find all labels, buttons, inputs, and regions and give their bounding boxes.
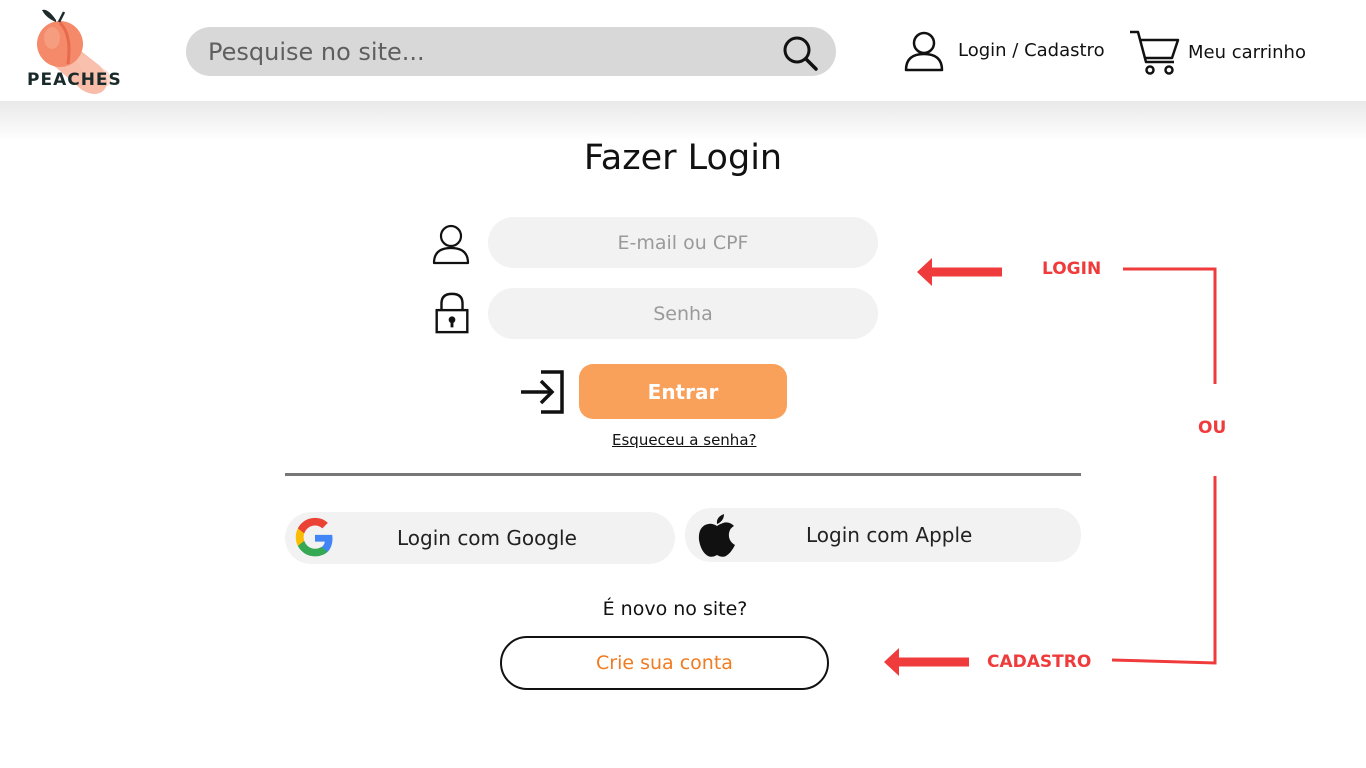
apple-login-button[interactable]: Login com Apple [685,508,1081,562]
search-icon[interactable] [780,33,820,73]
email-field[interactable] [488,217,878,268]
apple-login-label: Login com Apple [806,523,973,547]
login-arrow-icon [917,258,1002,286]
new-user-question: É novo no site? [602,598,748,620]
forgot-password-link[interactable]: Esqueceu a senha? [612,431,756,449]
lock-icon [435,292,469,334]
enter-button[interactable]: Entrar [579,364,787,419]
search-bar[interactable] [186,27,836,76]
annotation-login: LOGIN [1042,259,1102,279]
annotation-signup: CADASTRO [987,652,1092,672]
login-register-link[interactable]: Login / Cadastro [958,40,1105,61]
search-input[interactable] [208,27,768,76]
password-field[interactable] [488,288,878,339]
google-login-label: Login com Google [397,526,577,550]
annotation-or: OU [1198,418,1227,438]
page-title: Fazer Login [583,138,783,178]
apple-icon [698,514,735,557]
google-login-button[interactable]: Login com Google [285,512,675,564]
google-icon [295,517,333,557]
header-shadow [0,101,1366,141]
divider [285,473,1081,476]
cart-link[interactable]: Meu carrinho [1188,42,1306,63]
cart-icon[interactable] [1128,28,1182,76]
header: PEACHES Login / Cadastro Meu carrinho [0,0,1366,101]
user-icon[interactable] [904,30,944,72]
signup-arrow-icon [884,648,969,676]
logo-text: PEACHES [27,70,122,90]
create-account-button[interactable]: Crie sua conta [500,636,829,690]
user-icon [432,224,470,265]
peaches-logo[interactable]: PEACHES [12,6,122,98]
login-enter-icon [521,370,564,414]
